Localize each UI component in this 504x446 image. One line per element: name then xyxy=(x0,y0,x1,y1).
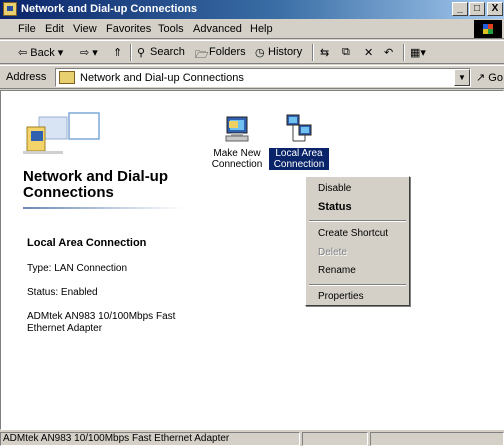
menu-item-disable[interactable]: Disable xyxy=(318,183,351,194)
copy-to-button[interactable]: ⧉ xyxy=(342,46,350,59)
make-new-connection-label: Make New Connection xyxy=(211,148,263,170)
local-area-connection-label: Local Area Connection xyxy=(269,148,329,170)
menu-item-delete: Delete xyxy=(318,247,347,258)
menu-file[interactable]: File xyxy=(18,23,36,35)
address-label: Address xyxy=(6,71,47,83)
address-input[interactable]: Network and Dial-up Connections ▼ xyxy=(55,68,471,87)
menu-help[interactable]: Help xyxy=(250,23,273,35)
status-pane xyxy=(370,432,504,446)
selected-connection-name: Local Area Connection xyxy=(27,237,147,249)
move-to-button[interactable]: ⇆ xyxy=(320,46,329,59)
title-bar[interactable]: Network and Dial-up Connections _ □ X xyxy=(0,0,504,19)
menu-separator xyxy=(309,220,406,222)
menu-item-create-shortcut[interactable]: Create Shortcut xyxy=(318,228,388,239)
network-folder-icon xyxy=(59,71,75,84)
close-button[interactable]: X xyxy=(487,2,503,16)
history-button[interactable]: History xyxy=(268,46,302,58)
network-connections-banner-icon xyxy=(23,112,100,154)
views-button[interactable]: ▦▾ xyxy=(410,46,426,59)
menu-item-rename[interactable]: Rename xyxy=(318,265,356,276)
make-new-connection-icon xyxy=(221,113,253,145)
lan-connection-icon xyxy=(283,113,315,145)
folder-view: Network and Dial-up Connections Local Ar… xyxy=(0,90,504,430)
status-pane xyxy=(302,432,368,446)
go-label: Go xyxy=(488,72,503,84)
forward-button[interactable]: ⇨ ▾ xyxy=(80,46,98,59)
back-button[interactable]: ⇦ Back ▾ xyxy=(18,46,63,59)
context-menu: Disable Status Create Shortcut Delete Re… xyxy=(305,176,410,306)
panel-title: Network and Dial-up Connections xyxy=(23,168,169,201)
make-new-connection-item[interactable]: Make New Connection xyxy=(207,113,267,170)
history-icon: ◷ xyxy=(255,47,265,59)
connection-type: Type: LAN Connection xyxy=(27,263,128,274)
adapter-name: ADMtek AN983 10/100Mbps Fast Ethernet Ad… xyxy=(27,311,176,334)
status-text: ADMtek AN983 10/100Mbps Fast Ethernet Ad… xyxy=(0,432,300,446)
menu-edit[interactable]: Edit xyxy=(45,23,64,35)
status-bar: ADMtek AN983 10/100Mbps Fast Ethernet Ad… xyxy=(0,431,504,446)
menu-bar: File Edit View Favorites Tools Advanced … xyxy=(0,19,504,39)
menu-view[interactable]: View xyxy=(73,23,97,35)
explorer-window: Network and Dial-up Connections _ □ X Fi… xyxy=(0,0,504,446)
window-title: Network and Dial-up Connections xyxy=(21,3,198,15)
toolbar-separator xyxy=(312,44,314,61)
local-area-connection-item[interactable]: Local Area Connection xyxy=(269,113,329,170)
menu-tools[interactable]: Tools xyxy=(158,23,184,35)
windows-logo-icon xyxy=(474,20,502,38)
toolbar-separator xyxy=(130,44,132,61)
address-value: Network and Dial-up Connections xyxy=(80,72,244,84)
undo-button[interactable]: ↶ xyxy=(384,46,393,59)
up-button[interactable]: ⇑ xyxy=(113,46,122,59)
panel-divider xyxy=(23,207,183,209)
search-icon: ⚲ xyxy=(137,47,146,59)
search-button[interactable]: Search xyxy=(150,46,185,58)
go-button[interactable]: ↗ Go xyxy=(476,71,503,84)
toolbar-separator xyxy=(403,44,405,61)
maximize-button[interactable]: □ xyxy=(469,2,485,16)
minimize-button[interactable]: _ xyxy=(452,2,468,16)
delete-button[interactable]: ✕ xyxy=(364,46,373,59)
folders-button[interactable]: Folders xyxy=(209,46,246,58)
go-arrow-icon: ↗ xyxy=(476,72,486,84)
folders-icon: 🗁 xyxy=(195,49,209,61)
address-dropdown-button[interactable]: ▼ xyxy=(454,69,470,86)
network-folder-icon xyxy=(3,2,17,16)
menu-item-properties[interactable]: Properties xyxy=(318,291,364,302)
address-bar: Address Network and Dial-up Connections … xyxy=(0,65,504,89)
menu-item-status[interactable]: Status xyxy=(318,201,352,213)
menu-separator xyxy=(309,284,406,286)
menu-advanced[interactable]: Advanced xyxy=(193,23,242,35)
menu-favorites[interactable]: Favorites xyxy=(106,23,151,35)
standard-toolbar: ⇦ Back ▾ ⇨ ▾ ⇑ ⚲ Search 🗁 Folders ◷ Hist… xyxy=(0,40,504,64)
connection-status: Status: Enabled xyxy=(27,287,98,298)
